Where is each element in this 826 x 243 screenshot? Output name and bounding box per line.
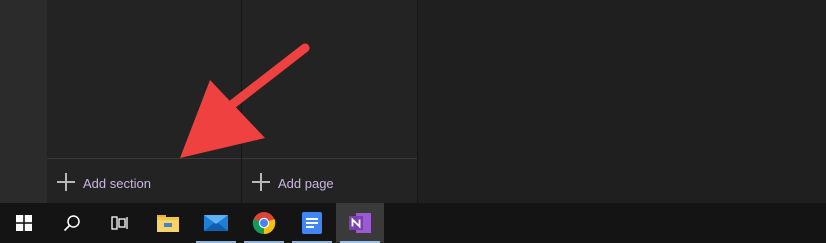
start-button[interactable] [0, 203, 48, 243]
taskbar-app-chrome[interactable] [240, 203, 288, 243]
page-content-area[interactable] [418, 0, 826, 203]
onenote-icon [349, 213, 371, 233]
search-button[interactable] [48, 203, 96, 243]
notebook-rail [0, 0, 47, 203]
plus-icon [252, 173, 270, 191]
taskbar-app-mail[interactable] [192, 203, 240, 243]
taskbar-app-file-explorer[interactable] [144, 203, 192, 243]
mail-icon [204, 215, 228, 231]
search-icon [63, 215, 80, 232]
add-page-label: Add page [278, 175, 334, 191]
add-page-button[interactable]: Add page [242, 158, 417, 203]
pages-pane: Add page [242, 0, 418, 203]
plus-icon [57, 173, 75, 191]
windows-logo-icon [16, 215, 32, 231]
taskbar-app-onenote[interactable] [336, 203, 384, 243]
sections-pane: Add section [47, 0, 242, 203]
task-view-button[interactable] [96, 203, 144, 243]
task-view-icon [111, 216, 128, 230]
docs-icon [302, 212, 322, 234]
taskbar [0, 203, 826, 243]
onenote-window: Add section Add page [0, 0, 826, 203]
add-section-label: Add section [83, 175, 151, 191]
folder-icon [157, 215, 179, 232]
chrome-icon [252, 212, 276, 235]
add-section-button[interactable]: Add section [47, 158, 241, 203]
taskbar-app-docs[interactable] [288, 203, 336, 243]
